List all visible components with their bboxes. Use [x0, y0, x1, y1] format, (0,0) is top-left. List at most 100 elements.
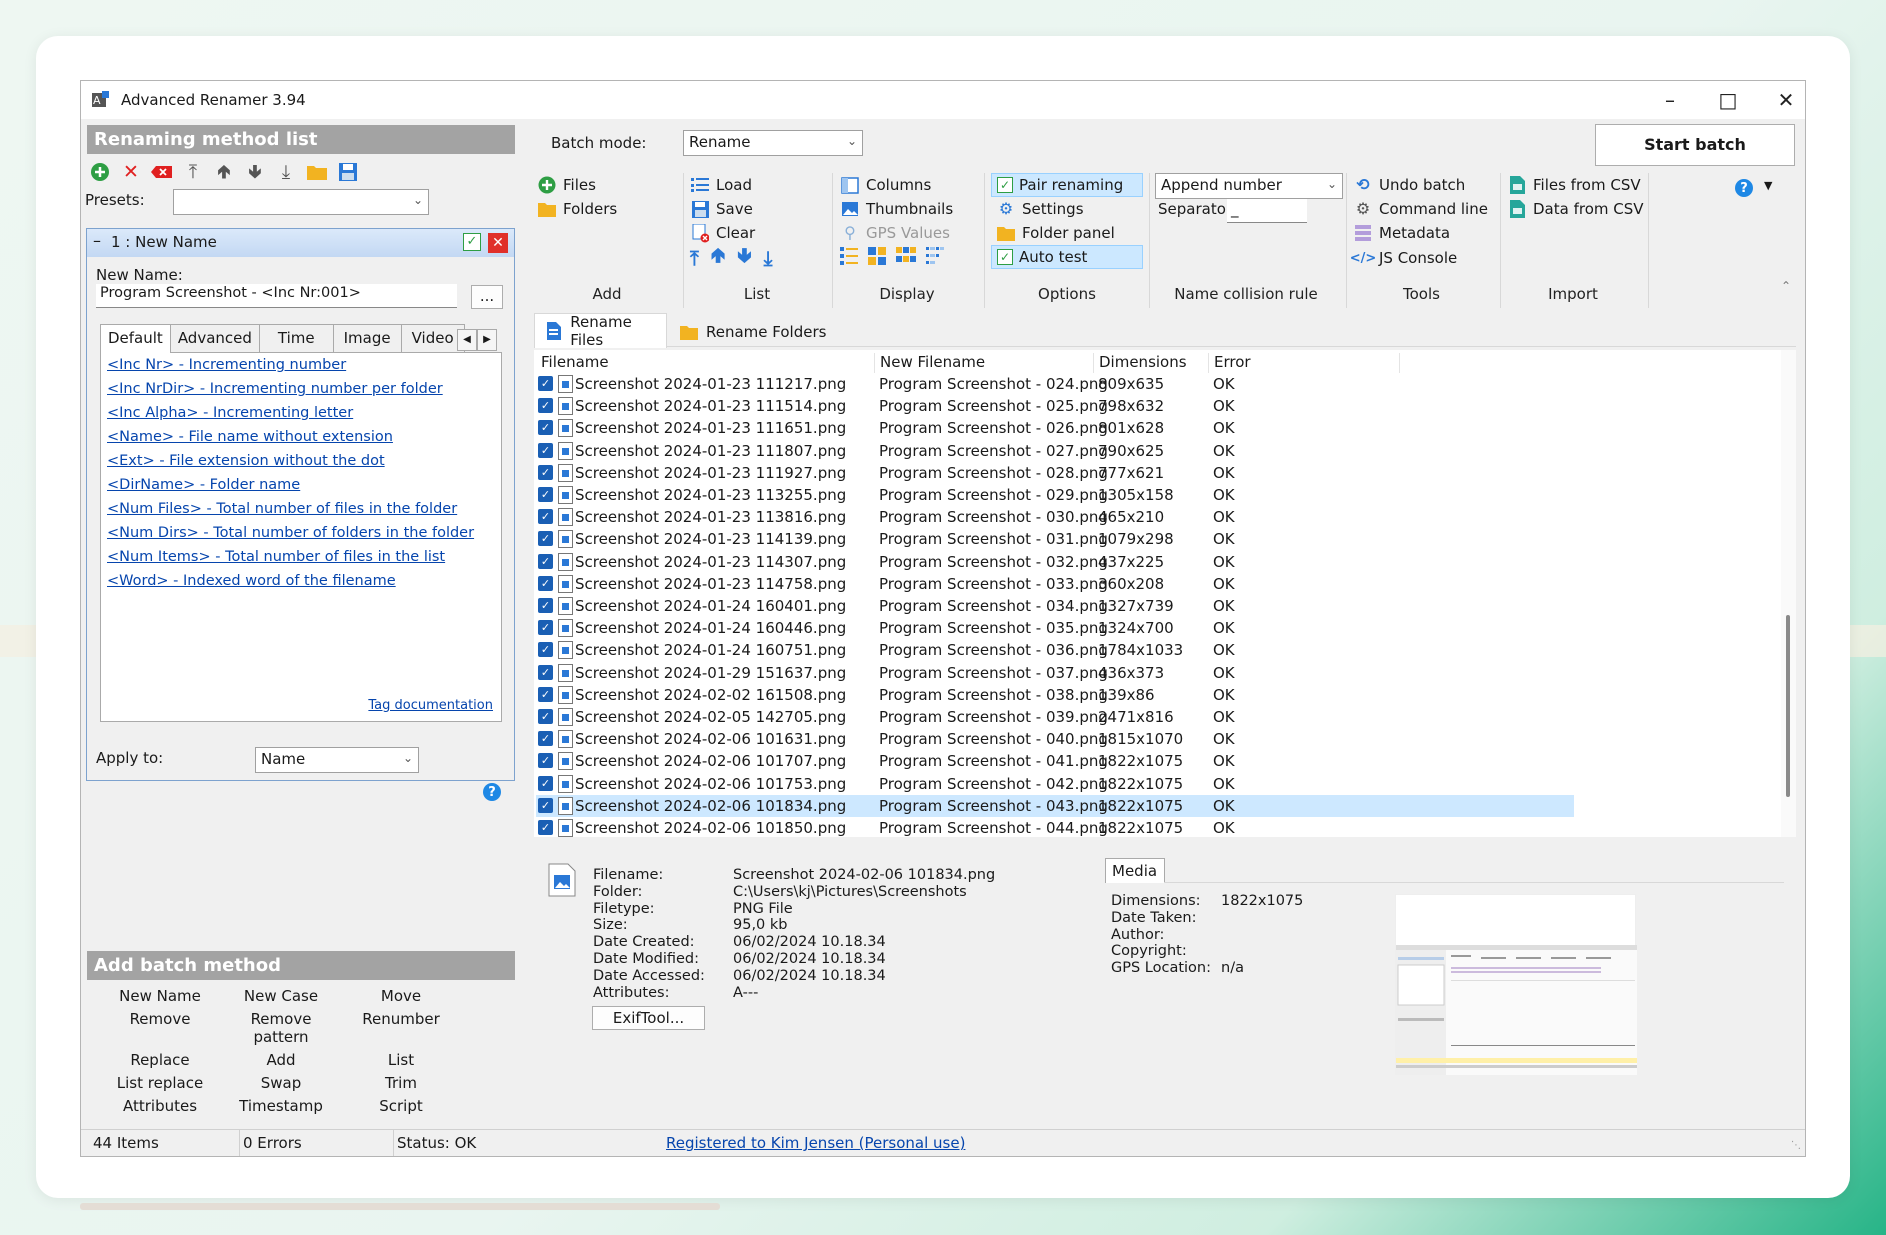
table-row[interactable]: ✓ Screenshot 2024-01-23 111807.png Program…	[536, 440, 1574, 462]
resize-grip-icon[interactable]: ⋱	[1791, 1140, 1801, 1151]
move-down-icon[interactable]: 🢃	[244, 161, 266, 183]
load-list-button[interactable]: Load	[690, 174, 752, 196]
batch-method-item[interactable]: Replace	[99, 1051, 221, 1069]
row-checkbox-icon[interactable]: ✓	[538, 487, 553, 502]
table-row[interactable]: ✓ Screenshot 2024-01-23 113816.png Program…	[536, 506, 1574, 528]
row-checkbox-icon[interactable]: ✓	[538, 642, 553, 658]
open-folder-icon[interactable]	[306, 161, 328, 183]
enable-check-icon[interactable]: ✓	[463, 233, 481, 251]
row-checkbox-icon[interactable]: ✓	[538, 509, 553, 525]
move-up-icon[interactable]: 🢁	[213, 161, 235, 183]
row-checkbox-icon[interactable]: ✓	[538, 686, 553, 702]
table-row[interactable]: ✓ Screenshot 2024-01-24 160751.png Program…	[536, 639, 1574, 661]
tab-scroll-left-icon[interactable]: ◀	[457, 329, 477, 351]
tag-link[interactable]: <Num Items> - Total number of files in t…	[107, 549, 474, 573]
row-checkbox-icon[interactable]: ✓	[538, 709, 553, 724]
collapse-ribbon-icon[interactable]: ⌃	[1781, 279, 1791, 293]
row-checkbox-icon[interactable]: ✓	[538, 553, 553, 569]
column-filename[interactable]: Filename	[541, 353, 609, 371]
batch-method-item[interactable]: Timestamp	[221, 1097, 341, 1115]
tag-link[interactable]: <Word> - Indexed word of the filename	[107, 573, 474, 597]
collision-rule-dropdown[interactable]: Append number ⌄	[1155, 173, 1343, 199]
batch-method-item[interactable]: Remove pattern	[221, 1010, 341, 1046]
batch-method-item[interactable]: Swap	[221, 1074, 341, 1092]
table-row[interactable]: ✓ Screenshot 2024-01-24 160401.png Program…	[536, 595, 1574, 617]
tab-rename-files[interactable]: Rename Files	[534, 313, 667, 349]
thumbnails-button[interactable]: Thumbnails	[840, 198, 953, 220]
tab-scroll-right-icon[interactable]: ▶	[477, 329, 497, 351]
pair-renaming-toggle[interactable]: ✓ Pair renaming	[991, 173, 1143, 197]
add-folders-button[interactable]: Folders	[537, 198, 617, 220]
column-dimensions[interactable]: Dimensions	[1093, 353, 1187, 373]
exiftool-button[interactable]: ExifTool...	[592, 1006, 705, 1030]
command-line-button[interactable]: ⚙ Command line	[1353, 198, 1488, 220]
batch-method-item[interactable]: List replace	[99, 1074, 221, 1092]
table-row[interactable]: ✓ Screenshot 2024-01-23 111217.png Program…	[536, 373, 1574, 395]
view-thumbs-icon[interactable]	[896, 247, 916, 269]
row-checkbox-icon[interactable]: ✓	[538, 442, 553, 458]
start-batch-button[interactable]: Start batch	[1595, 124, 1795, 166]
tab-advanced[interactable]: Advanced	[169, 324, 260, 353]
collapse-icon[interactable]: –	[93, 231, 101, 250]
table-row[interactable]: ✓ Screenshot 2024-01-23 111514.png Program…	[536, 395, 1574, 417]
batch-mode-dropdown[interactable]: Rename ⌄	[683, 130, 863, 156]
files-from-csv-button[interactable]: Files from CSV	[1507, 174, 1641, 196]
column-new-filename[interactable]: New Filename	[874, 353, 985, 373]
move-bottom-icon[interactable]: ⤓	[764, 246, 773, 270]
tag-link[interactable]: <DirName> - Folder name	[107, 477, 474, 501]
table-row[interactable]: ✓ Screenshot 2024-01-23 111927.png Program…	[536, 462, 1574, 484]
table-row[interactable]: ✓ Screenshot 2024-02-02 161508.png Program…	[536, 684, 1574, 706]
save-preset-icon[interactable]	[337, 161, 359, 183]
gps-values-button[interactable]: ⚲ GPS Values	[840, 222, 950, 244]
row-checkbox-icon[interactable]: ✓	[538, 620, 553, 636]
table-row[interactable]: ✓ Screenshot 2024-01-23 114139.png Program…	[536, 528, 1574, 550]
batch-method-item[interactable]: Renumber	[341, 1010, 461, 1046]
move-bottom-icon[interactable]: ⤓	[275, 161, 297, 183]
batch-method-item[interactable]: Attributes	[99, 1097, 221, 1115]
table-row[interactable]: ✓ Screenshot 2024-02-06 101753.png Program…	[536, 773, 1574, 795]
row-checkbox-icon[interactable]: ✓	[538, 420, 553, 436]
data-from-csv-button[interactable]: Data from CSV	[1507, 198, 1644, 220]
row-checkbox-icon[interactable]: ✓	[538, 598, 553, 613]
batch-method-item[interactable]: List	[341, 1051, 461, 1069]
view-details-icon[interactable]	[840, 247, 858, 269]
tag-link[interactable]: <Num Files> - Total number of files in t…	[107, 501, 474, 525]
js-console-button[interactable]: </> JS Console	[1350, 247, 1458, 269]
table-row[interactable]: ✓ Screenshot 2024-01-23 113255.png Program…	[536, 484, 1574, 506]
row-checkbox-icon[interactable]: ✓	[538, 797, 553, 813]
help-dropdown-icon[interactable]: ▼	[1764, 179, 1772, 192]
batch-method-item[interactable]: Script	[341, 1097, 461, 1115]
row-checkbox-icon[interactable]: ✓	[538, 575, 553, 591]
folder-panel-button[interactable]: Folder panel	[996, 222, 1115, 244]
table-row[interactable]: ✓ Screenshot 2024-02-06 101631.png Program…	[536, 728, 1574, 750]
help-icon[interactable]: ?	[1735, 179, 1753, 197]
tab-image[interactable]: Image	[332, 324, 402, 353]
add-method-icon[interactable]	[89, 161, 111, 183]
tab-default[interactable]: Default	[100, 324, 171, 353]
tag-link[interactable]: <Num Dirs> - Total number of folders in …	[107, 525, 474, 549]
view-list-icon[interactable]	[926, 247, 944, 269]
table-row[interactable]: ✓ Screenshot 2024-01-23 114758.png Program…	[536, 573, 1574, 595]
add-files-button[interactable]: Files	[537, 174, 596, 196]
browse-tags-button[interactable]: ...	[471, 285, 503, 309]
row-checkbox-icon[interactable]: ✓	[538, 464, 553, 480]
table-row[interactable]: ✓ Screenshot 2024-01-29 151637.png Program…	[536, 662, 1574, 684]
table-row[interactable]: ✓ Screenshot 2024-02-06 101850.png Program…	[536, 817, 1574, 839]
table-row[interactable]: ✓ Screenshot 2024-02-05 142705.png Program…	[536, 706, 1574, 728]
batch-method-item[interactable]: Add	[221, 1051, 341, 1069]
registration-link[interactable]: Registered to Kim Jensen (Personal use)	[666, 1134, 965, 1152]
close-window-button[interactable]: ✕	[1757, 81, 1805, 119]
tab-time[interactable]: Time	[258, 324, 334, 353]
batch-method-item[interactable]: Trim	[341, 1074, 461, 1092]
row-checkbox-icon[interactable]: ✓	[538, 376, 553, 391]
row-checkbox-icon[interactable]: ✓	[538, 664, 553, 680]
move-up-icon[interactable]: 🢁	[711, 241, 725, 275]
row-checkbox-icon[interactable]: ✓	[538, 820, 553, 835]
table-row[interactable]: ✓ Screenshot 2024-01-23 111651.png Program…	[536, 417, 1574, 439]
tag-link[interactable]: <Inc NrDir> - Incrementing number per fo…	[107, 381, 474, 405]
table-row[interactable]: ✓ Screenshot 2024-01-24 160446.png Program…	[536, 617, 1574, 639]
maximize-button[interactable]: □	[1699, 81, 1757, 119]
tag-link[interactable]: <Name> - File name without extension	[107, 429, 474, 453]
tag-link[interactable]: <Inc Nr> - Incrementing number	[107, 357, 474, 381]
tag-link[interactable]: <Ext> - File extension without the dot	[107, 453, 474, 477]
